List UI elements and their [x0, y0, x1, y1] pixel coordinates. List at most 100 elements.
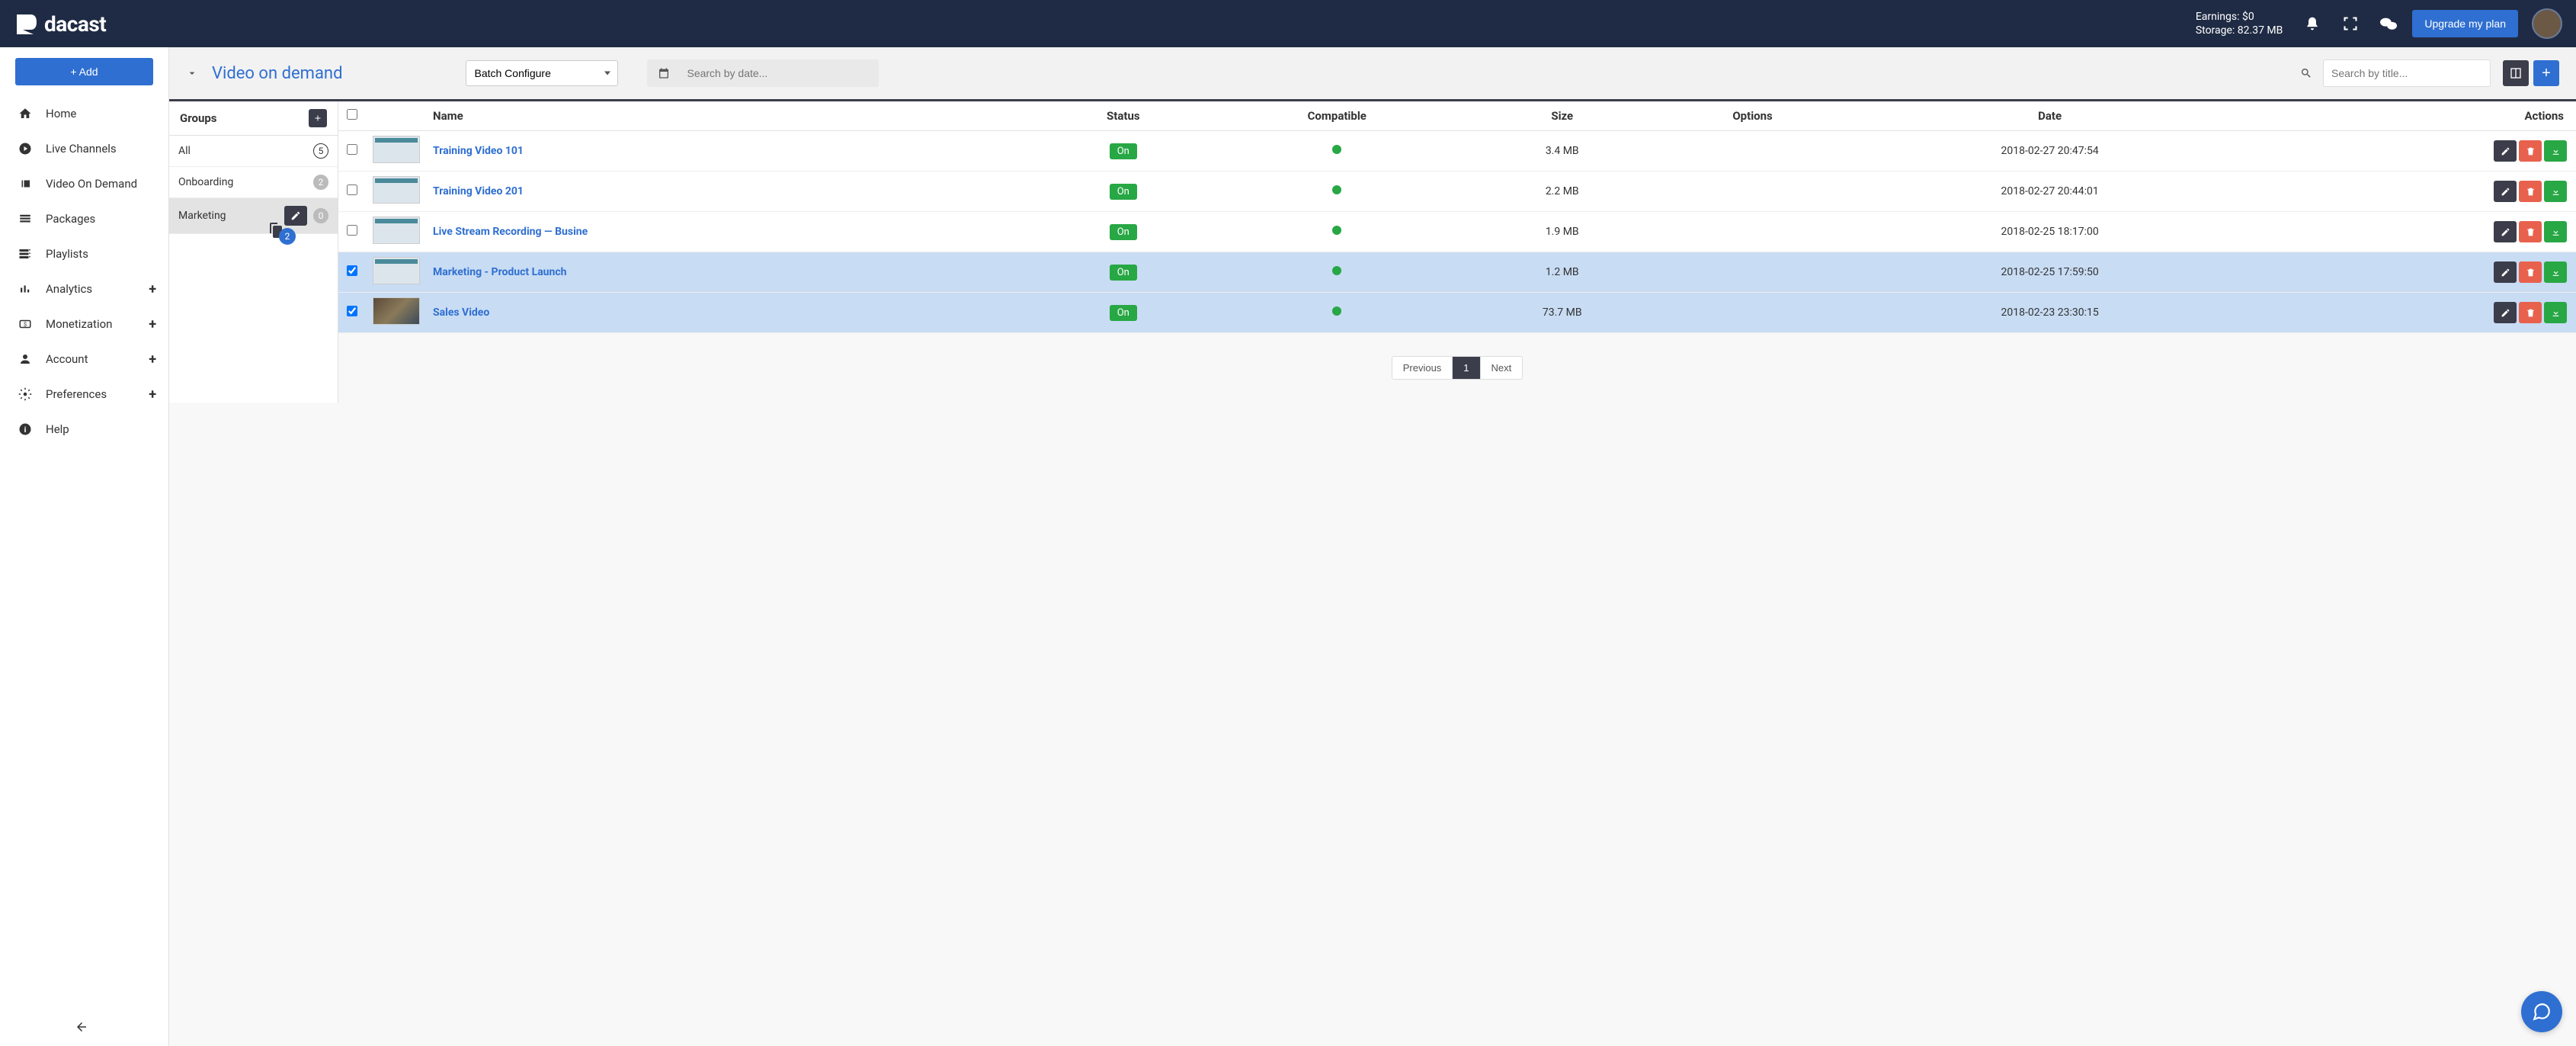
- toolbar: Video on demand Batch Configure: [169, 47, 2576, 99]
- video-name-link[interactable]: Live Stream Recording — Busine: [433, 226, 588, 238]
- video-name-link[interactable]: Training Video 101: [433, 145, 524, 157]
- select-all-checkbox[interactable]: [347, 109, 357, 120]
- row-checkbox[interactable]: [347, 184, 357, 195]
- delete-button[interactable]: [2519, 140, 2542, 162]
- row-checkbox[interactable]: [347, 265, 357, 276]
- options-cell: [1657, 172, 1848, 212]
- add-video-button[interactable]: +: [2533, 60, 2559, 86]
- nav-item-account[interactable]: Account +: [0, 342, 168, 377]
- table-row: Training Video 101 On 3.4 MB 2018-02-27 …: [338, 131, 2576, 172]
- status-badge: On: [1110, 305, 1137, 321]
- calendar-icon[interactable]: [647, 67, 681, 79]
- nav-item-live-channels[interactable]: Live Channels: [0, 131, 168, 166]
- video-name-link[interactable]: Marketing - Product Launch: [433, 266, 567, 278]
- groups-panel: Groups All5Onboarding2Marketing 0 2: [169, 101, 338, 403]
- nav-item-analytics[interactable]: Analytics +: [0, 271, 168, 306]
- nav-label: Monetization: [46, 317, 112, 331]
- nav-icon: [18, 212, 32, 226]
- nav-item-home[interactable]: Home: [0, 96, 168, 131]
- collapse-sidebar-icon[interactable]: [0, 1008, 168, 1046]
- group-count: 0: [313, 208, 328, 223]
- edit-button[interactable]: [2494, 140, 2517, 162]
- nav-label: Help: [46, 422, 69, 436]
- nav-item-video-on-demand[interactable]: Video On Demand: [0, 166, 168, 201]
- earnings-text: Earnings: $0: [2196, 10, 2283, 24]
- size-cell: 2.2 MB: [1467, 172, 1657, 212]
- video-thumbnail[interactable]: [373, 257, 420, 284]
- pagination-page-1[interactable]: 1: [1453, 357, 1480, 379]
- row-checkbox[interactable]: [347, 306, 357, 316]
- nav-item-monetization[interactable]: $ Monetization +: [0, 306, 168, 342]
- delete-button[interactable]: [2519, 262, 2542, 283]
- row-checkbox[interactable]: [347, 144, 357, 155]
- nav-item-playlists[interactable]: Playlists: [0, 236, 168, 271]
- chevron-down-icon[interactable]: [186, 67, 198, 79]
- table-row: Sales Video On 73.7 MB 2018-02-23 23:30:…: [338, 293, 2576, 333]
- search-icon[interactable]: [2289, 67, 2323, 79]
- video-thumbnail[interactable]: [373, 297, 420, 325]
- nav-item-preferences[interactable]: Preferences +: [0, 377, 168, 412]
- chat-fab[interactable]: [2521, 991, 2562, 1032]
- table-row: Marketing - Product Launch On 1.2 MB 201…: [338, 252, 2576, 293]
- group-onboarding[interactable]: Onboarding2: [169, 167, 338, 198]
- nav-icon: [18, 107, 32, 120]
- upgrade-button[interactable]: Upgrade my plan: [2412, 10, 2518, 37]
- brand-text: dacast: [44, 11, 106, 37]
- group-marketing[interactable]: Marketing 0 2: [169, 198, 338, 234]
- pagination: Previous 1 Next: [338, 333, 2576, 403]
- status-badge: On: [1110, 265, 1137, 281]
- edit-button[interactable]: [2494, 221, 2517, 242]
- delete-button[interactable]: [2519, 181, 2542, 202]
- nav-icon: [18, 282, 32, 296]
- nav-label: Preferences: [46, 387, 107, 401]
- nav-item-help[interactable]: i Help: [0, 412, 168, 447]
- options-cell: [1657, 212, 1848, 252]
- sidebar: + Add Home Live Channels Video On Demand…: [0, 47, 169, 1046]
- size-cell: 3.4 MB: [1467, 131, 1657, 172]
- user-avatar[interactable]: [2532, 8, 2562, 39]
- video-thumbnail[interactable]: [373, 176, 420, 204]
- batch-configure-select[interactable]: Batch Configure: [466, 60, 618, 86]
- columns-button[interactable]: [2503, 60, 2529, 86]
- download-button[interactable]: [2544, 181, 2567, 202]
- options-cell: [1657, 131, 1848, 172]
- row-checkbox[interactable]: [347, 225, 357, 236]
- download-button[interactable]: [2544, 140, 2567, 162]
- edit-button[interactable]: [2494, 181, 2517, 202]
- download-button[interactable]: [2544, 221, 2567, 242]
- edit-button[interactable]: [2494, 302, 2517, 323]
- add-button[interactable]: + Add: [15, 58, 153, 85]
- add-group-button[interactable]: [309, 109, 327, 127]
- chat-icon[interactable]: [2380, 15, 2397, 32]
- edit-button[interactable]: [2494, 262, 2517, 283]
- col-actions: Actions: [2251, 101, 2576, 131]
- download-button[interactable]: [2544, 302, 2567, 323]
- nav-icon: [18, 247, 32, 261]
- group-name: Onboarding: [178, 176, 233, 188]
- nav-item-packages[interactable]: Packages: [0, 201, 168, 236]
- search-title-input[interactable]: [2323, 59, 2491, 87]
- group-all[interactable]: All5: [169, 136, 338, 167]
- video-name-link[interactable]: Sales Video: [433, 306, 489, 319]
- nav-label: Packages: [46, 212, 95, 226]
- svg-text:i: i: [24, 425, 27, 435]
- bell-icon[interactable]: [2304, 15, 2321, 32]
- pagination-prev[interactable]: Previous: [1392, 357, 1453, 379]
- nav-label: Account: [46, 352, 88, 366]
- group-name: All: [178, 145, 191, 157]
- video-name-link[interactable]: Training Video 201: [433, 185, 524, 197]
- search-title-wrap: [2289, 59, 2491, 87]
- drag-indicator: 2: [267, 221, 302, 239]
- video-thumbnail[interactable]: [373, 136, 420, 163]
- nav-icon: [18, 142, 32, 156]
- options-cell: [1657, 252, 1848, 293]
- search-date-input[interactable]: [681, 59, 879, 87]
- page-title: Video on demand: [212, 64, 342, 83]
- delete-button[interactable]: [2519, 221, 2542, 242]
- brand-logo[interactable]: dacast: [14, 11, 106, 37]
- video-thumbnail[interactable]: [373, 217, 420, 244]
- delete-button[interactable]: [2519, 302, 2542, 323]
- fullscreen-icon[interactable]: [2342, 15, 2359, 32]
- download-button[interactable]: [2544, 262, 2567, 283]
- pagination-next[interactable]: Next: [1481, 357, 1523, 379]
